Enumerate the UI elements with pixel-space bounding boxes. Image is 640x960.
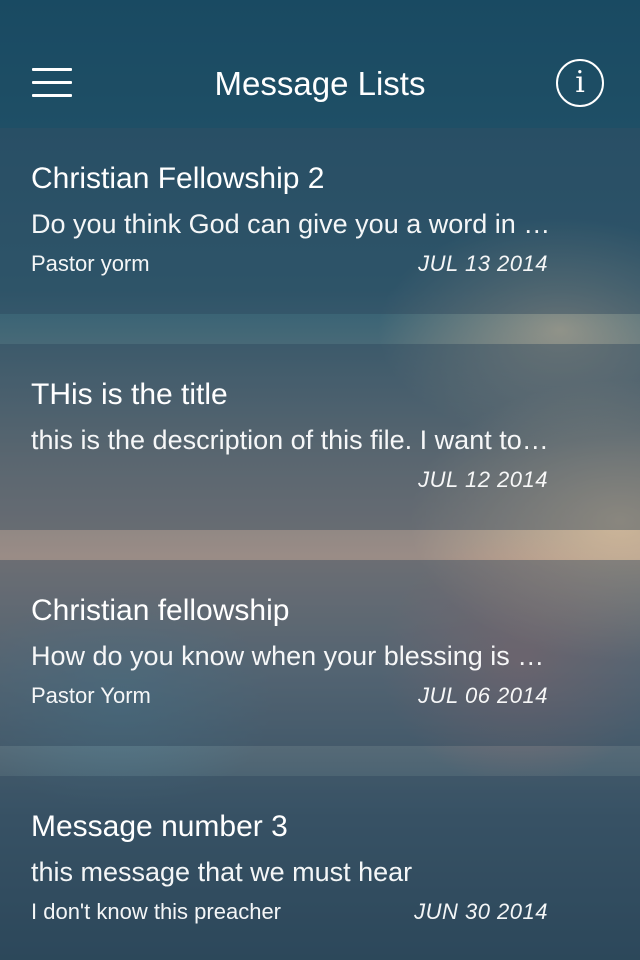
message-date: JUL 06 2014 — [418, 683, 548, 708]
page-title: Message Lists — [214, 65, 426, 102]
message-title: Christian Fellowship 2 — [31, 162, 325, 195]
message-author: Pastor yorm — [31, 251, 150, 276]
message-item[interactable]: Message number 3 this message that we mu… — [0, 776, 640, 960]
message-item[interactable]: Christian Fellowship 2 Do you think God … — [0, 128, 640, 314]
message-date: JUN 30 2014 — [414, 899, 548, 924]
info-icon[interactable]: i — [556, 59, 604, 107]
message-item[interactable]: THis is the title this is the descriptio… — [0, 344, 640, 530]
message-title: THis is the title — [31, 378, 228, 411]
message-date: JUL 13 2014 — [418, 251, 548, 276]
message-description: this message that we must hear — [31, 857, 413, 887]
message-title: Message number 3 — [31, 810, 288, 843]
message-description: How do you know when your blessing is co… — [31, 641, 551, 671]
message-author: Pastor Yorm — [31, 683, 151, 708]
message-date: JUL 12 2014 — [418, 467, 548, 492]
navigation-bar: Message Lists i — [0, 0, 640, 128]
message-item[interactable]: Christian fellowship How do you know whe… — [0, 560, 640, 746]
message-description: Do you think God can give you a word in … — [31, 209, 551, 239]
message-description: this is the description of this file. I … — [31, 425, 551, 455]
message-author: I don't know this preacher — [31, 899, 282, 924]
message-title: Christian fellowship — [31, 594, 290, 627]
